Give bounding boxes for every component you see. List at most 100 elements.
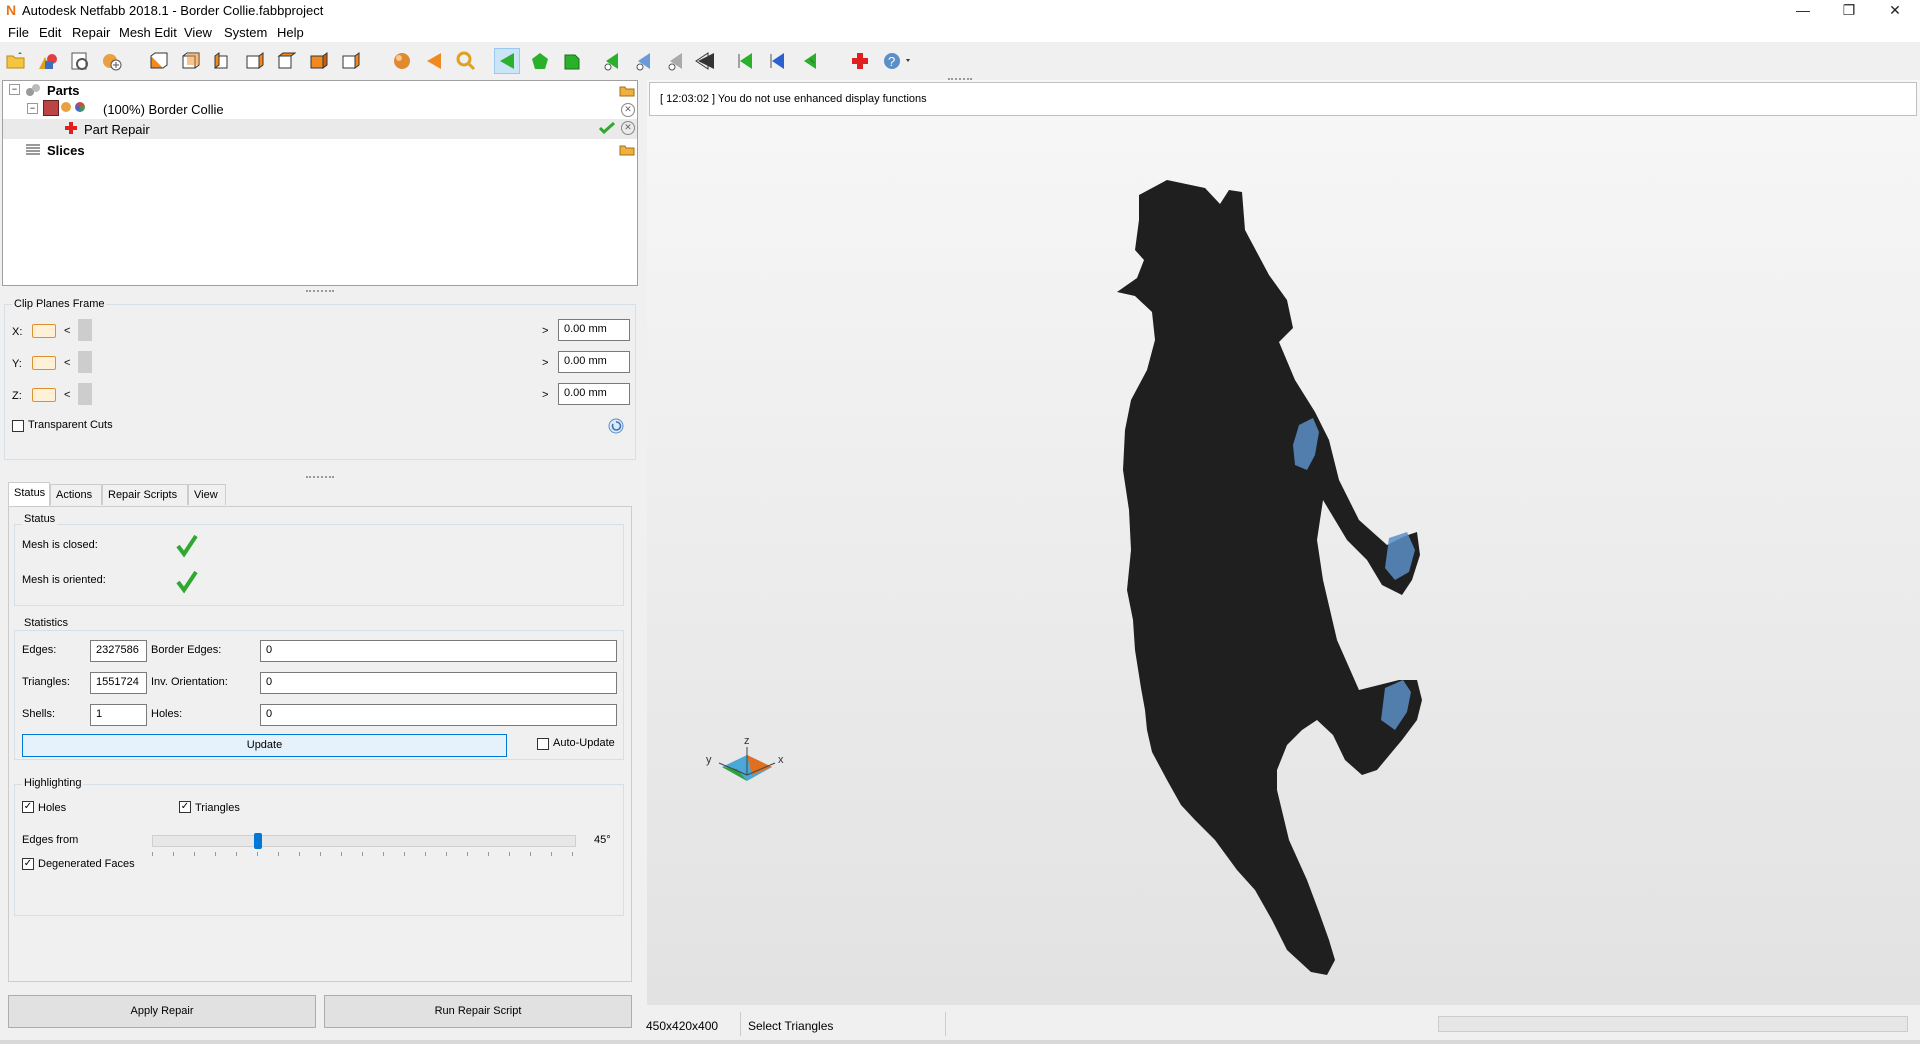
tree-parts-label[interactable]: Parts — [47, 83, 80, 98]
edges-from-slider[interactable] — [152, 835, 576, 847]
clip-planes-title: Clip Planes Frame — [12, 298, 107, 310]
part-collapse-toggle[interactable]: − — [27, 103, 38, 114]
tree-slices-label[interactable]: Slices — [47, 143, 85, 158]
menu-system[interactable]: System — [224, 25, 267, 40]
tree-part-name[interactable]: (100%) Border Collie — [103, 102, 224, 117]
auto-update-checkbox[interactable] — [537, 738, 549, 750]
clip-value-field[interactable]: 0.00 mm — [558, 319, 630, 341]
holes-field[interactable]: 0 — [260, 704, 617, 726]
clip-left-arrow[interactable]: < — [64, 325, 70, 337]
3d-viewport[interactable]: z x y — [647, 80, 1920, 1005]
update-button[interactable]: Update — [22, 734, 507, 757]
menu-mesh-edit[interactable]: Mesh Edit — [119, 25, 177, 40]
sphere-icon[interactable] — [390, 49, 414, 73]
clip-enable-toggle[interactable] — [32, 324, 56, 338]
tri-add-icon[interactable] — [600, 49, 624, 73]
open-folder-icon[interactable] — [4, 49, 28, 73]
edges-from-slider-thumb[interactable] — [254, 833, 262, 849]
splitter-grip[interactable] — [306, 476, 334, 480]
reset-clip-icon[interactable] — [608, 418, 624, 434]
menu-edit[interactable]: Edit — [39, 25, 61, 40]
clip-enable-toggle[interactable] — [32, 356, 56, 370]
clip-slider-thumb[interactable] — [78, 383, 92, 405]
tab-status[interactable]: Status — [8, 482, 50, 506]
degenerated-faces-checkbox[interactable]: ✓ — [22, 858, 34, 870]
menu-file[interactable]: File — [8, 25, 29, 40]
minimize-button[interactable]: — — [1780, 0, 1826, 22]
tri-grey-icon[interactable] — [664, 49, 688, 73]
view-top-icon[interactable] — [274, 49, 298, 73]
clip-axis-label: X: — [12, 326, 23, 338]
statistics-group-title: Statistics — [22, 617, 71, 629]
select-shell-icon[interactable] — [560, 49, 584, 73]
inv-orientation-label: Inv. Orientation: — [151, 676, 228, 688]
holes-highlight-label: Holes — [38, 802, 67, 814]
zoom-icon[interactable] — [454, 49, 478, 73]
parts-folder-icon[interactable] — [619, 85, 635, 97]
triangles-field[interactable]: 1551724 — [90, 672, 147, 694]
clip-slider-thumb[interactable] — [78, 351, 92, 373]
clip-enable-toggle[interactable] — [32, 388, 56, 402]
mark-blue-icon[interactable] — [766, 49, 790, 73]
run-repair-script-button[interactable]: Run Repair Script — [324, 995, 632, 1028]
restore-button[interactable]: ❐ — [1826, 0, 1872, 22]
clip-value-field[interactable]: 0.00 mm — [558, 383, 630, 405]
color-icon[interactable] — [75, 102, 85, 112]
view-iso-icon[interactable] — [338, 49, 362, 73]
border-edges-field[interactable]: 0 — [260, 640, 617, 662]
edges-field[interactable]: 2327586 — [90, 640, 147, 662]
repair-cross-icon[interactable] — [848, 49, 872, 73]
inv-orientation-field[interactable]: 0 — [260, 672, 617, 694]
clip-right-arrow[interactable]: > — [542, 325, 548, 337]
import-icon[interactable] — [68, 49, 92, 73]
parts-icon — [25, 83, 41, 97]
border-edges-label: Border Edges: — [151, 644, 222, 656]
status-group — [14, 524, 624, 606]
tri-blue-icon[interactable] — [632, 49, 656, 73]
status-group-title: Status — [22, 513, 58, 525]
parts-collapse-toggle[interactable]: − — [9, 84, 20, 95]
clip-right-arrow[interactable]: > — [542, 389, 548, 401]
tab-actions[interactable]: Actions — [50, 484, 102, 505]
view-front-icon[interactable] — [146, 49, 170, 73]
tab-repair-scripts[interactable]: Repair Scripts — [102, 484, 188, 505]
help-icon[interactable]: ? — [880, 49, 916, 73]
remove-repair-icon[interactable]: ✕ — [621, 121, 635, 135]
tab-view[interactable]: View — [188, 484, 226, 505]
clip-slider-thumb[interactable] — [78, 319, 92, 341]
menu-repair[interactable]: Repair — [72, 25, 110, 40]
tri-dark-icon[interactable] — [694, 49, 718, 73]
clip-left-arrow[interactable]: < — [64, 389, 70, 401]
clip-right-arrow[interactable]: > — [542, 357, 548, 369]
remove-part-icon[interactable]: ✕ — [621, 103, 635, 117]
view-back-icon[interactable] — [178, 49, 202, 73]
clip-value-field[interactable]: 0.00 mm — [558, 351, 630, 373]
clip-left-arrow[interactable]: < — [64, 357, 70, 369]
shells-field[interactable]: 1 — [90, 704, 147, 726]
transparent-cuts-checkbox[interactable] — [12, 420, 24, 432]
slices-folder-icon[interactable] — [619, 144, 635, 156]
close-button[interactable]: ✕ — [1872, 0, 1918, 22]
add-part-icon[interactable] — [36, 49, 60, 73]
holes-checkbox[interactable]: ✓ — [22, 801, 34, 813]
apply-check-icon[interactable] — [598, 121, 616, 135]
splitter-grip[interactable] — [306, 290, 334, 294]
select-triangle-icon[interactable] — [494, 48, 520, 74]
select-surface-icon[interactable] — [528, 49, 552, 73]
view-right-icon[interactable] — [242, 49, 266, 73]
view-left-icon[interactable] — [210, 49, 234, 73]
menu-view[interactable]: View — [184, 25, 212, 40]
statusbar-divider — [740, 1012, 741, 1036]
view-bottom-icon[interactable] — [306, 49, 330, 73]
mesh-closed-check-icon — [176, 534, 198, 558]
mark-green-2-icon[interactable] — [798, 49, 822, 73]
apply-repair-button[interactable]: Apply Repair — [8, 995, 316, 1028]
triangles-checkbox[interactable]: ✓ — [179, 801, 191, 813]
progress-bar — [1438, 1016, 1908, 1032]
visibility-icon[interactable] — [61, 102, 71, 112]
new-part-icon[interactable] — [100, 49, 124, 73]
mark-green-icon[interactable] — [734, 49, 758, 73]
arrow-back-icon[interactable] — [422, 49, 446, 73]
menu-help[interactable]: Help — [277, 25, 304, 40]
tree-part-repair[interactable]: Part Repair — [84, 122, 150, 137]
